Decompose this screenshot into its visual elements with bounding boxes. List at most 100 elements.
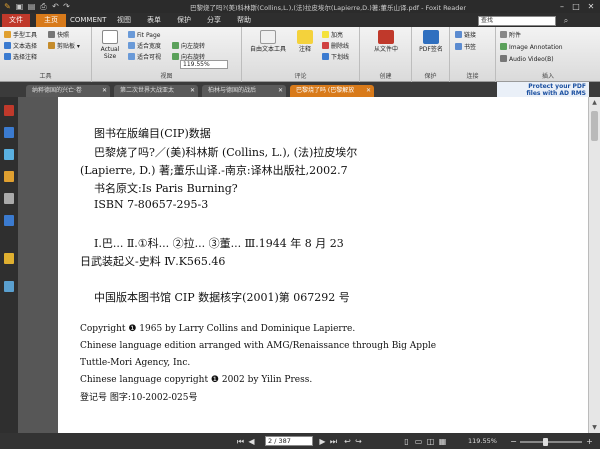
continuous-facing-icon[interactable]: ▦ [438, 437, 447, 446]
tab-protect[interactable]: 保护 [172, 14, 196, 27]
link-panel-icon[interactable] [4, 215, 14, 226]
tab-view[interactable]: 视图 [112, 14, 136, 27]
tab-share[interactable]: 分享 [202, 14, 226, 27]
close-icon[interactable]: ✕ [585, 1, 597, 12]
ad-banner[interactable]: Protect your PDF files with AD RMS [497, 82, 589, 98]
vertical-scrollbar[interactable]: ▲ ▼ [588, 97, 600, 433]
link-button[interactable]: 链接 [455, 31, 476, 40]
bookmarks-panel-icon[interactable] [4, 105, 14, 116]
doc-tab-3[interactable]: 柏林与德国的战后 ✕ [202, 85, 286, 97]
view-group: Actual Size Fit Page 适合宽度 适合可视 向左旋转 向右旋转… [92, 27, 242, 82]
layers-panel-icon[interactable] [4, 149, 14, 160]
comments-panel-icon[interactable] [4, 171, 14, 182]
redo-icon[interactable]: ↷ [62, 2, 71, 11]
rotate-right-icon [172, 53, 179, 60]
fit-visible-button[interactable]: 适合可视 [128, 53, 161, 62]
window-title: 巴黎烧了吗?(美)科林斯(Collins,L.),(法)拉皮埃尔(Lapierr… [190, 4, 467, 12]
zoom-out-icon[interactable]: − [509, 437, 518, 446]
note-button[interactable]: 注释 [294, 30, 316, 53]
search-icon[interactable]: ⌕ [560, 15, 572, 26]
fit-width-button[interactable]: 适合宽度 [128, 42, 161, 51]
text-select-icon [4, 42, 11, 49]
last-page-icon[interactable]: ⏭ [329, 437, 338, 446]
page-text-line: (Lapierre, D.) 著;董乐山译.-南京:译林出版社,2002.7 [80, 164, 348, 177]
save-icon[interactable]: ▤ [27, 2, 36, 11]
attachments-panel-icon[interactable] [4, 193, 14, 204]
status-bar: ⏮ ◀ 2 / 387 ▶ ⏭ ↩ ↪ ▯ ▭ ◫ ▦ 119.55% − + [0, 433, 600, 449]
clipboard-button[interactable]: 剪贴板 ▾ [48, 42, 80, 51]
next-page-icon[interactable]: ▶ [318, 437, 327, 446]
back-view-icon[interactable]: ↩ [343, 437, 352, 446]
zoom-level: 119.55% [468, 437, 497, 445]
close-tab-icon[interactable]: ✕ [102, 85, 107, 97]
fit-width-icon [128, 42, 135, 49]
close-tab-icon[interactable]: ✕ [366, 85, 371, 97]
from-file-button[interactable]: 从文件中 [366, 30, 406, 53]
rotate-left-button[interactable]: 向左旋转 [172, 42, 205, 51]
tab-file[interactable]: 文件 [2, 14, 30, 27]
film-icon [500, 55, 507, 62]
audio-video-button[interactable]: Audio Video(B) [500, 55, 554, 64]
tab-help[interactable]: 帮助 [232, 14, 256, 27]
print-icon[interactable]: ⎙ [39, 2, 48, 11]
prev-page-icon[interactable]: ◀ [247, 437, 256, 446]
pdf-sign-button[interactable]: PDF签名 [415, 30, 447, 53]
scroll-down-icon[interactable]: ▼ [591, 424, 598, 431]
hand-tool-button[interactable]: 手型工具 [4, 31, 37, 40]
tools-group-label: 工具 [39, 73, 52, 80]
maximize-icon[interactable]: □ [570, 1, 582, 12]
fit-page-button[interactable]: Fit Page [128, 31, 160, 40]
close-tab-icon[interactable]: ✕ [278, 85, 283, 97]
strikeout-button[interactable]: 删除线 [322, 42, 349, 51]
actual-size-button[interactable]: Actual Size [96, 30, 124, 60]
tab-comment[interactable]: COMMENT [70, 14, 106, 27]
open-icon[interactable]: ▣ [15, 2, 24, 11]
underline-icon [322, 53, 329, 60]
select-annotation-button[interactable]: 选择注释 [4, 53, 37, 62]
tab-form[interactable]: 表单 [142, 14, 166, 27]
continuous-icon[interactable]: ▭ [414, 437, 423, 446]
zoom-slider[interactable] [520, 438, 582, 446]
page-text-line: 中国版本图书馆 CIP 数据核字(2001)第 067292 号 [94, 291, 350, 304]
signature-panel-icon[interactable] [4, 281, 14, 292]
doc-tab-4[interactable]: 巴黎烧了吗 (巴黎解放 ✕ [290, 85, 374, 97]
zoom-select[interactable]: 119.55% [180, 60, 228, 69]
minimize-icon[interactable]: – [556, 1, 568, 12]
title-bar: ✎ ▣ ▤ ⎙ ↶ ↷ 巴黎烧了吗?(美)科林斯(Collins,L.),(法)… [0, 0, 600, 13]
first-page-icon[interactable]: ⏮ [236, 437, 245, 446]
bookmark-button[interactable]: 书签 [455, 43, 476, 52]
page-text-line: ISBN 7-80657-295-3 [94, 198, 209, 211]
page-number-input[interactable]: 2 / 387 [265, 436, 313, 446]
doc-tab-1[interactable]: 纳粹德国的兴亡·卷 ✕ [26, 85, 110, 97]
pages-panel-icon[interactable] [4, 127, 14, 138]
doc-tab-2[interactable]: 第二次世界大战亚太 ✕ [114, 85, 198, 97]
single-page-icon[interactable]: ▯ [402, 437, 411, 446]
forward-view-icon[interactable]: ↪ [354, 437, 363, 446]
close-tab-icon[interactable]: ✕ [190, 85, 195, 97]
select-text-button[interactable]: 文本选择 [4, 42, 37, 51]
image-annotation-button[interactable]: Image Annotation [500, 43, 563, 52]
tab-home[interactable]: 主页 [36, 14, 66, 27]
snapshot-button[interactable]: 快照 [48, 31, 69, 40]
insert-group-label: 插入 [541, 73, 554, 80]
fit-visible-icon [128, 53, 135, 60]
highlight-button[interactable]: 加亮 [322, 31, 343, 40]
scroll-thumb[interactable] [591, 111, 598, 141]
protect-group: PDF签名 保护 [412, 27, 450, 82]
underline-button[interactable]: 下划线 [322, 53, 349, 62]
zoom-in-icon[interactable]: + [585, 437, 594, 446]
facing-icon[interactable]: ◫ [426, 437, 435, 446]
lock-icon[interactable] [4, 253, 14, 264]
zoom-slider-knob[interactable] [542, 438, 548, 446]
undo-icon[interactable]: ↶ [51, 2, 60, 11]
page-text-line: 登记号 图字:10-2002-025号 [80, 393, 198, 403]
typewriter-button[interactable]: 自由文本工具 [248, 30, 288, 53]
annotation-select-icon [4, 53, 11, 60]
hand-icon [4, 31, 11, 38]
highlight-icon [322, 31, 329, 38]
scroll-up-icon[interactable]: ▲ [591, 99, 598, 106]
search-input[interactable]: 查找 [478, 16, 556, 26]
pdf-page: 图书在版编目(CIP)数据 巴黎烧了吗?／(美)科林斯 (Collins, L.… [58, 97, 588, 433]
attachment-button[interactable]: 附件 [500, 31, 521, 40]
create-group: 从文件中 创建 [360, 27, 412, 82]
